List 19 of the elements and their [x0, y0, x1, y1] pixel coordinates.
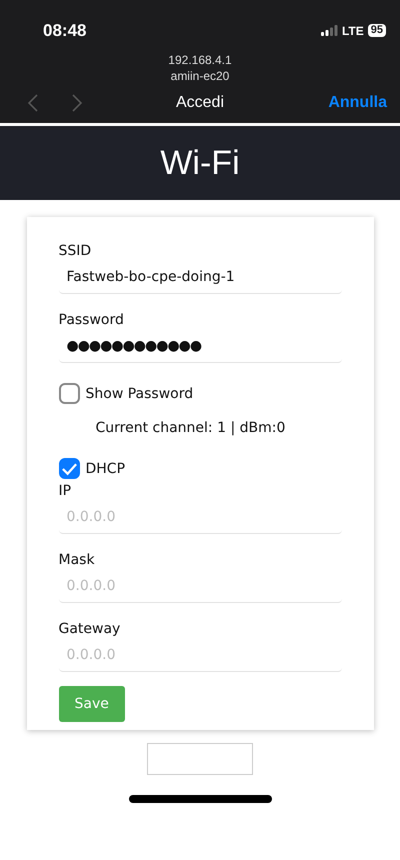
checkbox-label: Show Password: [86, 386, 194, 402]
url-text: 192.168.4.1: [168, 53, 232, 67]
field-label: SSID: [58, 243, 92, 259]
checkbox[interactable]: [58, 458, 80, 479]
channel-info: Current channel: 1 | dBm:0: [96, 420, 286, 436]
battery-level: 95: [368, 24, 386, 37]
checkbox-label: DHCP: [86, 460, 126, 476]
header-title: Wi-Fi: [160, 144, 240, 182]
cancel-link[interactable]: Annulla: [328, 94, 387, 112]
network-label: LTE: [342, 24, 364, 38]
field-label: IP: [58, 483, 72, 499]
signal-icon: [320, 25, 338, 36]
field-label: Password: [58, 312, 124, 328]
site-name: amiin-ec20: [170, 69, 230, 83]
checkbox[interactable]: [58, 383, 80, 404]
field-label: Mask: [58, 552, 95, 568]
page-title: Accedi: [176, 94, 224, 112]
status-time: 08:48: [43, 20, 86, 40]
field-label: Gateway: [58, 621, 120, 637]
